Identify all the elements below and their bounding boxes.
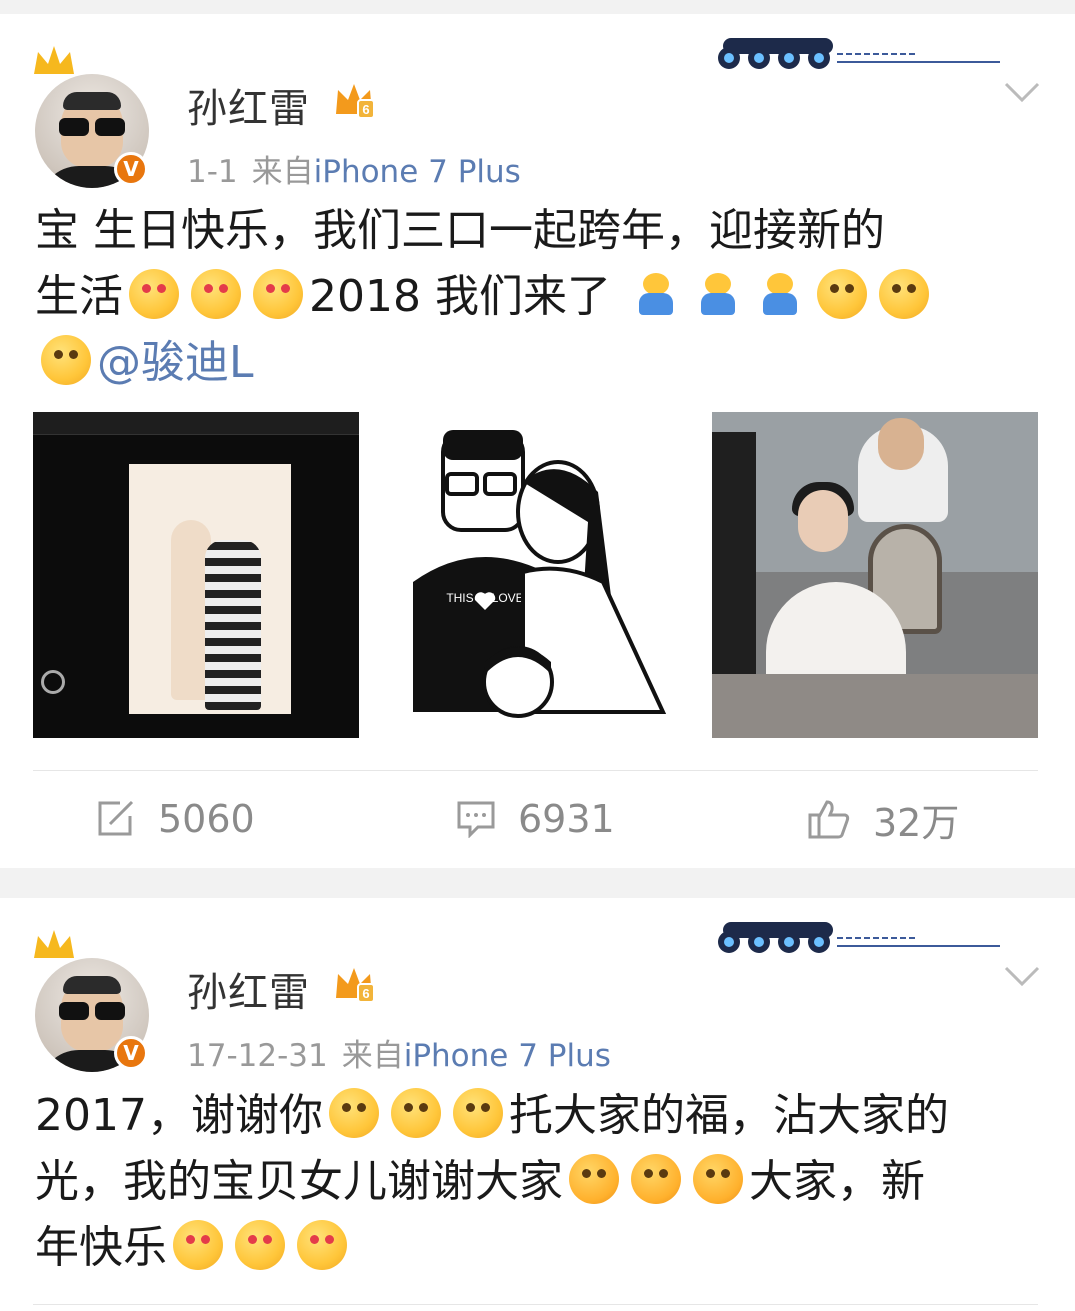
decoration-card-sticker bbox=[718, 922, 1000, 953]
like-button[interactable]: 32万 bbox=[807, 784, 959, 854]
adore-emoji-icon bbox=[253, 269, 303, 319]
text-fragment: 生活 bbox=[35, 271, 123, 322]
forward-button[interactable]: 5060 bbox=[96, 784, 255, 854]
source-prefix: 来自 bbox=[341, 1038, 404, 1074]
text-fragment: 托大家的福，沾大家的 bbox=[508, 1090, 949, 1141]
action-bar: 5060 6931 32万 bbox=[0, 784, 1075, 854]
shocked-emoji-icon bbox=[41, 335, 91, 385]
chevron-down-icon[interactable] bbox=[1003, 960, 1041, 990]
shocked-emoji-icon bbox=[816, 269, 867, 319]
weibo-post: V 孙红雷 6 17-12-31 来自iPhone 7 Plus 2017，谢谢你… bbox=[0, 898, 1075, 1311]
forward-icon bbox=[98, 800, 134, 836]
like-count: 32万 bbox=[873, 800, 960, 845]
crown-icon bbox=[32, 44, 76, 78]
adore-emoji-icon bbox=[173, 1220, 223, 1270]
mention-link[interactable]: @骏迪L bbox=[97, 337, 254, 388]
comment-icon bbox=[457, 801, 495, 838]
text-fragment: 大家，新 bbox=[749, 1156, 925, 1207]
shocked-emoji-icon bbox=[452, 1088, 503, 1138]
crown-icon bbox=[32, 928, 76, 962]
author-name[interactable]: 孙红雷 bbox=[187, 960, 310, 1018]
source-prefix: 来自 bbox=[251, 154, 314, 190]
post-text-line: 生活 2018 我们来了 bbox=[35, 264, 1035, 330]
source-device[interactable]: iPhone 7 Plus bbox=[314, 154, 521, 190]
adore-emoji-icon bbox=[297, 1220, 347, 1270]
verified-badge: V bbox=[114, 1036, 148, 1070]
thumbs-up-icon bbox=[808, 800, 850, 839]
hug-emoji-icon bbox=[693, 269, 743, 319]
text-fragment: 2017，谢谢你 bbox=[35, 1090, 323, 1141]
weibo-post: V 孙红雷 6 1-1 来自iPhone 7 Plus 宝 生日快乐，我们三口一起… bbox=[0, 14, 1075, 868]
post-text-line: 年快乐 bbox=[35, 1215, 1035, 1281]
post-image[interactable] bbox=[712, 412, 1038, 738]
adore-emoji-icon bbox=[191, 269, 241, 319]
shocked-emoji-icon bbox=[878, 269, 929, 319]
top-band bbox=[0, 0, 1075, 14]
post-image[interactable] bbox=[33, 412, 359, 738]
post-text-line: 光，我的宝贝女儿谢谢大家 大家，新 bbox=[35, 1149, 1035, 1215]
post-text: 2017，谢谢你 托大家的福，沾大家的 光，我的宝贝女儿谢谢大家 大家，新 年快乐 bbox=[35, 1083, 1035, 1281]
post-image[interactable]: THIS IS LOVE bbox=[373, 412, 699, 738]
svg-text:6: 6 bbox=[362, 102, 369, 117]
hug-emoji-icon bbox=[755, 269, 805, 319]
hug-emoji-icon bbox=[631, 269, 681, 319]
comment-button[interactable]: 6931 bbox=[456, 784, 615, 854]
shocked-emoji-icon bbox=[390, 1088, 441, 1138]
source-device[interactable]: iPhone 7 Plus bbox=[404, 1038, 611, 1074]
decoration-card-sticker bbox=[718, 38, 1000, 69]
divider bbox=[33, 1304, 1038, 1305]
forward-count: 5060 bbox=[158, 797, 255, 841]
comment-count: 6931 bbox=[518, 797, 615, 841]
post-separator bbox=[0, 868, 1075, 898]
text-fragment: 2018 我们来了 bbox=[309, 271, 611, 322]
author-name[interactable]: 孙红雷 bbox=[187, 76, 310, 134]
post-text: 宝 生日快乐，我们三口一起跨年，迎接新的 生活 2018 我们来了 @骏迪L bbox=[35, 198, 1035, 396]
verified-badge: V bbox=[114, 152, 148, 186]
member-level-icon: 6 bbox=[332, 80, 376, 120]
post-meta: 17-12-31 来自iPhone 7 Plus bbox=[187, 1030, 611, 1075]
hug-emoji-icon bbox=[631, 1154, 681, 1204]
post-text-line: @骏迪L bbox=[35, 330, 1035, 396]
text-fragment: 年快乐 bbox=[35, 1222, 167, 1273]
hug-emoji-icon bbox=[569, 1154, 619, 1204]
adore-emoji-icon bbox=[235, 1220, 285, 1270]
svg-text:6: 6 bbox=[362, 986, 369, 1001]
hug-emoji-icon bbox=[693, 1154, 743, 1204]
chevron-down-icon[interactable] bbox=[1003, 76, 1041, 106]
shocked-emoji-icon bbox=[328, 1088, 379, 1138]
post-text-line: 宝 生日快乐，我们三口一起跨年，迎接新的 bbox=[35, 205, 885, 256]
divider bbox=[33, 770, 1038, 771]
member-level-icon: 6 bbox=[332, 964, 376, 1004]
adore-emoji-icon bbox=[129, 269, 179, 319]
post-meta: 1-1 来自iPhone 7 Plus bbox=[187, 146, 521, 191]
post-text-line: 2017，谢谢你 托大家的福，沾大家的 bbox=[35, 1083, 1035, 1149]
post-time: 17-12-31 bbox=[187, 1038, 328, 1074]
text-fragment: 光，我的宝贝女儿谢谢大家 bbox=[35, 1156, 563, 1207]
post-time: 1-1 bbox=[187, 154, 238, 190]
